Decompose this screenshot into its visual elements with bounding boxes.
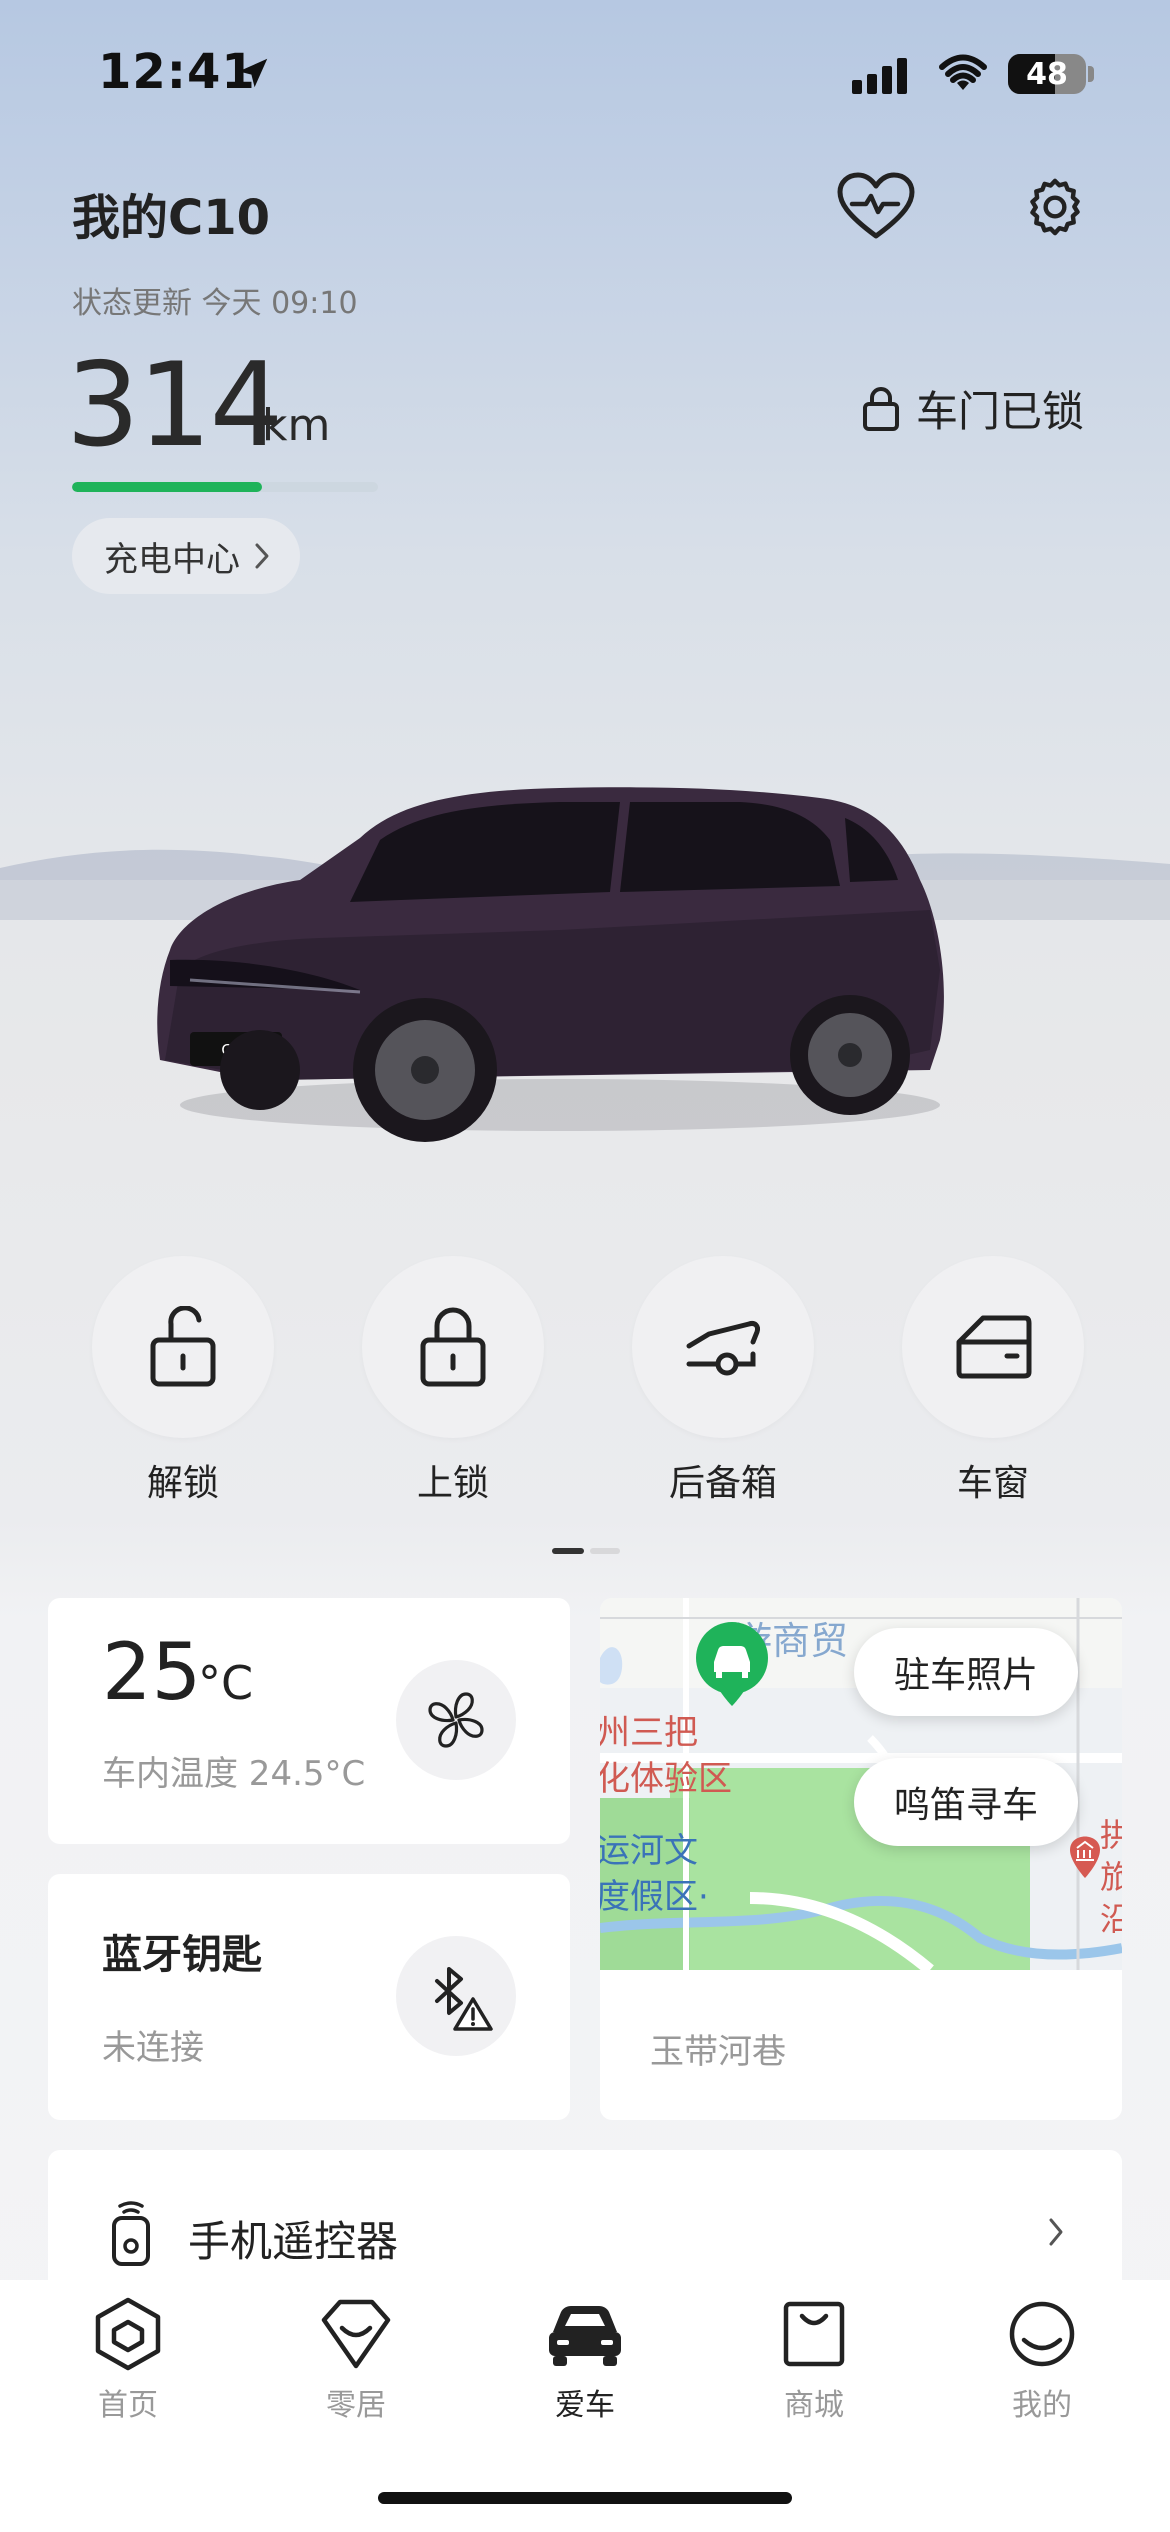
bluetooth-button[interactable] (396, 1936, 516, 2056)
window-button-circle[interactable] (902, 1256, 1084, 1438)
app-screen: 12:41 48 我的C10 状态更新 今天 09:10 314 km 车门已锁… (0, 0, 1170, 2532)
heart-home-icon (321, 2299, 391, 2369)
bluetooth-warning-icon (435, 1967, 493, 2031)
map-label-5: 度假区· (600, 1877, 709, 1917)
page-dot-active (552, 1548, 584, 1554)
settings-gear-icon[interactable] (1022, 174, 1088, 240)
battery-icon: 48 (1008, 54, 1086, 94)
unlock-label: 解锁 (146, 1463, 219, 1504)
window-button[interactable]: 车窗 (902, 1256, 1084, 1506)
page-dot (590, 1548, 620, 1554)
tab-home-label: 首页 (98, 2388, 158, 2423)
battery-cap (1088, 66, 1094, 82)
lock-button-circle[interactable] (362, 1256, 544, 1438)
map-label-4: 运河文 (600, 1831, 698, 1871)
shopping-bag-icon (783, 2301, 845, 2367)
tab-shop-label: 商城 (784, 2388, 844, 2423)
parking-photo-button[interactable]: 驻车照片 (854, 1628, 1079, 1716)
range-value: 314 (66, 338, 283, 473)
horn-find-car-button[interactable]: 鸣笛寻车 (854, 1758, 1079, 1846)
temperature-unit: °C (198, 1656, 254, 1710)
parking-photo-label: 驻车照片 (894, 1655, 1039, 1696)
map-label-2: 州三把 (600, 1713, 698, 1753)
range-progress-fill (72, 482, 262, 492)
interior-temperature: 车内温度 24.5°C (102, 1754, 366, 1794)
status-time: 12:41 (98, 44, 256, 100)
profile-icon (1009, 2301, 1075, 2367)
trunk-button[interactable]: 后备箱 (632, 1256, 814, 1506)
tab-profile-label: 我的 (1012, 2388, 1072, 2423)
charging-center-label: 充电中心 (104, 539, 240, 580)
home-indicator[interactable] (378, 2492, 792, 2504)
tab-lingju-label: 零居 (326, 2388, 386, 2423)
fan-icon (428, 1692, 484, 1748)
trunk-button-circle[interactable] (632, 1256, 814, 1438)
battery-level: 48 (1026, 56, 1068, 92)
range-unit: km (262, 400, 331, 451)
map-label-3: 化体验区 (600, 1759, 732, 1799)
tab-my-car[interactable]: 爱车 (505, 2296, 665, 2424)
vehicle-health-icon[interactable] (836, 172, 916, 242)
map-label-6: 拱 (1100, 1816, 1122, 1854)
car-icon (549, 2306, 621, 2366)
cellular-signal-icon (852, 58, 907, 94)
phone-remote-label: 手机遥控器 (188, 2217, 399, 2266)
remote-key-icon (112, 2201, 150, 2266)
trunk-label: 后备箱 (668, 1463, 777, 1504)
status-update-time: 状态更新 今天 09:10 (72, 286, 358, 321)
lock-button[interactable]: 上锁 (362, 1256, 544, 1506)
lock-label: 上锁 (416, 1463, 489, 1504)
page-title: 我的C10 (72, 190, 271, 246)
trunk-icon (686, 1321, 760, 1376)
window-icon (956, 1315, 1032, 1379)
bluetooth-key-status: 未连接 (102, 2028, 204, 2068)
lock-icon (863, 386, 899, 431)
unlock-button[interactable]: 解锁 (92, 1256, 274, 1506)
page-indicator (552, 1548, 620, 1554)
unlock-icon (150, 1306, 216, 1387)
car-image: C10 (157, 787, 944, 1142)
tab-profile[interactable]: 我的 (962, 2296, 1122, 2424)
range-progress-bar (72, 482, 378, 492)
map-label-7: 旅 (1100, 1858, 1122, 1896)
window-label: 车窗 (956, 1463, 1029, 1504)
charging-center-button[interactable]: 充电中心 (72, 518, 300, 594)
door-lock-label: 车门已锁 (916, 387, 1085, 436)
map-label-8: 沿 (1100, 1900, 1122, 1938)
wifi-icon (939, 54, 987, 90)
fan-button[interactable] (396, 1660, 516, 1780)
chevron-right-icon (1049, 2218, 1063, 2246)
horn-find-car-label: 鸣笛寻车 (894, 1785, 1039, 1826)
vehicle-address: 玉带河巷 (650, 2032, 786, 2072)
door-lock-status[interactable]: 车门已锁 (862, 378, 1084, 439)
tab-home[interactable]: 首页 (48, 2296, 208, 2424)
tab-my-car-label: 爱车 (555, 2388, 615, 2423)
unlock-button-circle[interactable] (92, 1256, 274, 1438)
tab-shop[interactable]: 商城 (734, 2296, 894, 2424)
hexagon-home-icon (95, 2297, 161, 2371)
location-arrow-icon (238, 58, 268, 88)
tab-lingju[interactable]: 零居 (276, 2296, 436, 2424)
set-temperature: 25 (102, 1628, 202, 1718)
bluetooth-key-title: 蓝牙钥匙 (102, 1932, 262, 1978)
chevron-right-icon (255, 543, 269, 569)
lock-icon (420, 1307, 486, 1387)
